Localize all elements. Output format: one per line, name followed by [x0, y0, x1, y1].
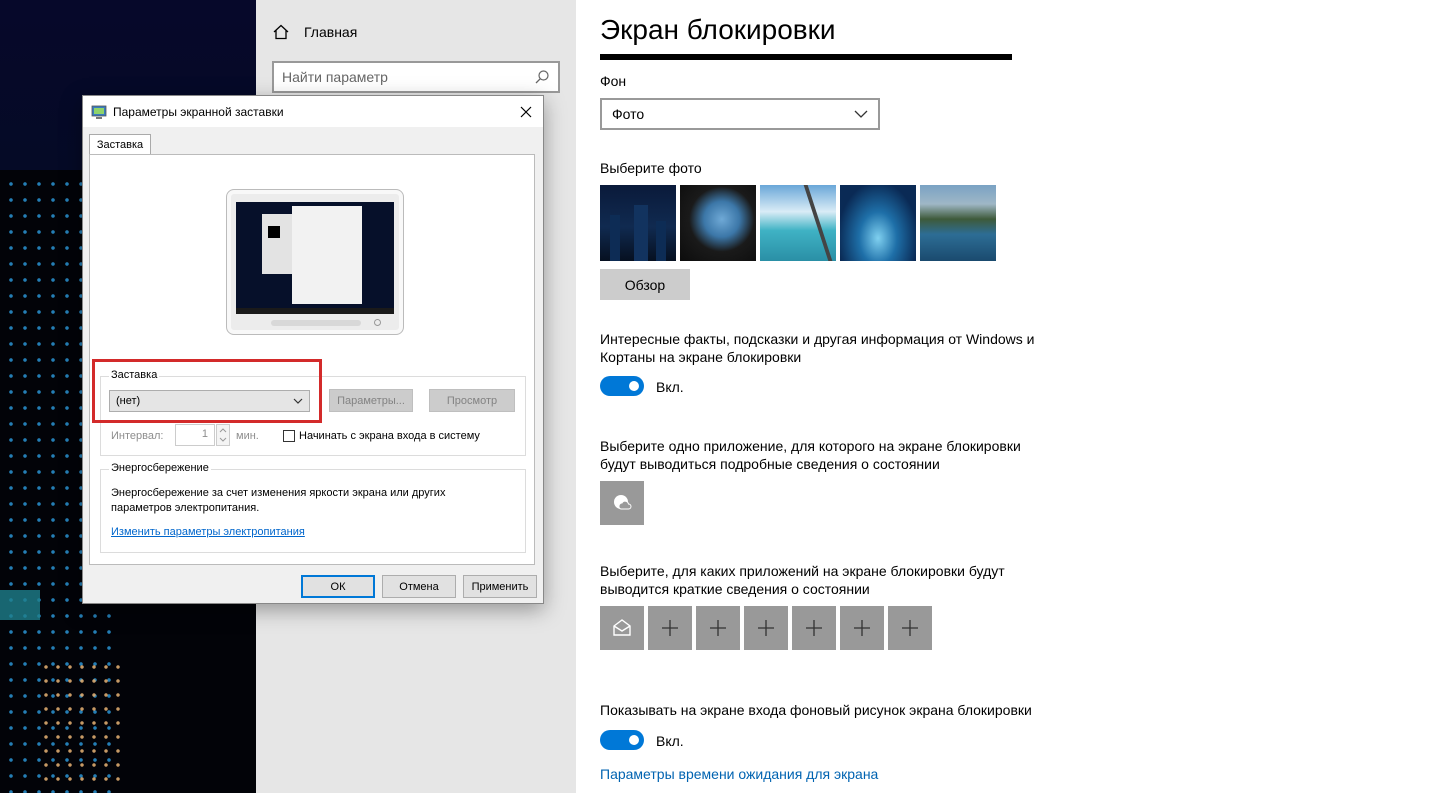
- quick-status-add-tile[interactable]: [840, 606, 884, 650]
- quick-status-add-tile[interactable]: [648, 606, 692, 650]
- resume-logon-checkbox[interactable]: [283, 430, 295, 442]
- background-label: Фон: [600, 73, 627, 89]
- tab-screensaver[interactable]: Заставка: [89, 134, 151, 155]
- mail-icon: [613, 619, 631, 636]
- fun-facts-toggle[interactable]: [600, 376, 644, 396]
- quick-status-add-tile[interactable]: [744, 606, 788, 650]
- close-icon[interactable]: [515, 101, 537, 123]
- interval-spinner[interactable]: [216, 424, 230, 446]
- signin-background-toggle[interactable]: [600, 730, 644, 750]
- weather-icon: [614, 495, 632, 510]
- interval-input[interactable]: 1: [175, 424, 215, 446]
- highlight-annotation-box: [92, 359, 322, 423]
- power-group: Энергосбережение Энергосбережение за сче…: [100, 462, 526, 553]
- photo-thumbnail-ice[interactable]: [840, 185, 916, 261]
- power-description: Энергосбережение за счет изменения яркос…: [111, 487, 446, 514]
- settings-search-box: [272, 61, 560, 93]
- background-dropdown-value: Фото: [612, 106, 645, 122]
- photo-thumbnail-beach[interactable]: [760, 185, 836, 261]
- detailed-status-app-tile[interactable]: [600, 481, 644, 525]
- screensaver-app-icon: [91, 105, 107, 119]
- quick-status-mail-tile[interactable]: [600, 606, 644, 650]
- plus-icon: [662, 620, 678, 636]
- interval-minutes-label: мин.: [236, 430, 259, 442]
- plus-icon: [902, 620, 918, 636]
- plus-icon: [854, 620, 870, 636]
- chevron-down-icon: [854, 110, 868, 118]
- screensaver-settings-dialog: Параметры экранной заставки Заставка Зас…: [82, 95, 544, 604]
- plus-icon: [710, 620, 726, 636]
- dialog-titlebar[interactable]: Параметры экранной заставки: [83, 96, 543, 127]
- quick-status-add-tile[interactable]: [696, 606, 740, 650]
- ok-button[interactable]: ОК: [301, 575, 375, 598]
- signin-background-text: Показывать на экране входа фоновый рисун…: [600, 702, 1032, 718]
- detailed-status-text: Выберите одно приложение, для которого н…: [600, 438, 1021, 472]
- title-underline: [600, 54, 1012, 60]
- photo-thumbnail-cave[interactable]: [680, 185, 756, 261]
- apply-button[interactable]: Применить: [463, 575, 537, 598]
- quick-status-add-tile[interactable]: [792, 606, 836, 650]
- spinner-arrows-icon: [219, 428, 227, 442]
- power-settings-link[interactable]: Изменить параметры электропитания: [111, 526, 305, 538]
- screen-timeout-link[interactable]: Параметры времени ожидания для экрана: [600, 766, 878, 782]
- fun-facts-toggle-label: Вкл.: [656, 379, 684, 395]
- fun-facts-text: Интересные факты, подсказки и другая инф…: [600, 331, 1035, 365]
- home-icon: [273, 24, 289, 40]
- search-icon[interactable]: [534, 69, 550, 85]
- nav-home[interactable]: Главная: [272, 20, 357, 44]
- quick-status-text: Выберите, для каких приложений на экране…: [600, 563, 1005, 597]
- power-group-title: Энергосбережение: [109, 462, 211, 474]
- lock-screen-settings: Экран блокировки Фон Фото Выберите фото …: [576, 0, 1440, 793]
- plus-icon: [806, 620, 822, 636]
- signin-background-toggle-label: Вкл.: [656, 733, 684, 749]
- resume-logon-label: Начинать с экрана входа в систему: [299, 430, 480, 442]
- browse-button[interactable]: Обзор: [600, 269, 690, 300]
- cancel-button[interactable]: Отмена: [382, 575, 456, 598]
- photo-thumbnail-lake[interactable]: [920, 185, 996, 261]
- dialog-title: Параметры экранной заставки: [113, 104, 284, 119]
- monitor-power-led: [374, 319, 381, 326]
- background-dropdown[interactable]: Фото: [600, 98, 880, 130]
- screensaver-params-button[interactable]: Параметры...: [329, 389, 413, 412]
- preview-screen: [236, 202, 394, 314]
- photo-thumbnail-city[interactable]: [600, 185, 676, 261]
- screensaver-preview-button[interactable]: Просмотр: [429, 389, 515, 412]
- plus-icon: [758, 620, 774, 636]
- quick-status-add-tile[interactable]: [888, 606, 932, 650]
- choose-photo-label: Выберите фото: [600, 160, 702, 176]
- monitor-preview: [226, 189, 404, 335]
- interval-label: Интервал:: [111, 430, 164, 442]
- nav-home-label: Главная: [304, 24, 358, 40]
- page-title: Экран блокировки: [600, 14, 836, 45]
- settings-search-input[interactable]: [282, 69, 534, 85]
